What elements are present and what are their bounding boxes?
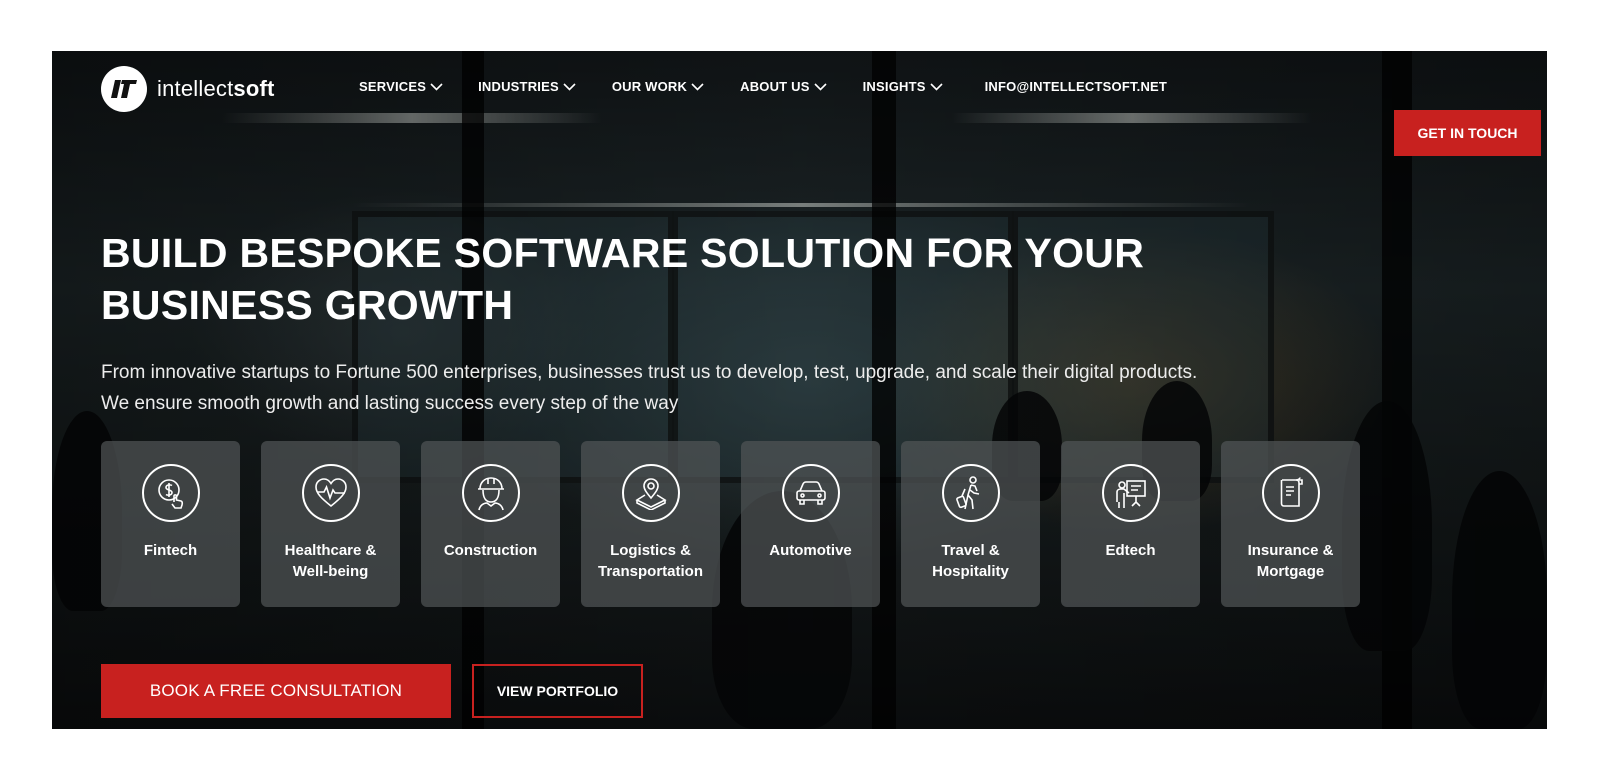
chevron-down-icon [430,82,443,91]
chevron-down-icon [563,82,576,91]
hero-section: intellectsoft SERVICES INDUSTRIES OUR WO… [52,51,1547,729]
chevron-down-icon [814,82,827,91]
nav-email-link[interactable]: INFO@INTELLECTSOFT.NET [985,79,1167,94]
intellectsoft-logo[interactable]: intellectsoft [101,66,275,112]
nav-services[interactable]: SERVICES [359,79,443,94]
get-in-touch-button[interactable]: GET IN TOUCH [1394,110,1541,156]
industry-tile-construction[interactable]: Construction [421,441,560,607]
nav-insights[interactable]: INSIGHTS [863,79,943,94]
hero-subtitle: From innovative startups to Fortune 500 … [101,362,1198,414]
document-icon [1261,464,1320,522]
industry-tile-travel[interactable]: Travel & Hospitality [901,441,1040,607]
chevron-down-icon [691,82,704,91]
industry-label: Insurance & Mortgage [1247,542,1334,580]
industry-label: Healthcare & Well-being [284,542,377,580]
heart-pulse-icon [301,464,360,522]
logo-mark-icon [101,66,147,112]
hero-title: BUILD BESPOKE SOFTWARE SOLUTION FOR YOUR… [101,230,1145,328]
industry-label: Construction [443,542,538,559]
industry-label: Edtech [1105,542,1156,559]
nav-industries[interactable]: INDUSTRIES [478,79,576,94]
logo-wordmark: intellectsoft [157,76,275,101]
map-pin-icon [621,464,680,522]
industry-tile-edtech[interactable]: Edtech [1061,441,1200,607]
presenter-board-icon [1101,464,1160,522]
car-icon [781,464,840,522]
industry-tiles: Fintech Healthcare & Well-being Construc… [101,441,1360,607]
nav-about-us[interactable]: ABOUT US [740,79,827,94]
industry-tile-automotive[interactable]: Automotive [741,441,880,607]
industry-label: Fintech [143,542,198,559]
industry-label: Logistics & Transportation [597,542,703,580]
industry-tile-healthcare[interactable]: Healthcare & Well-being [261,441,400,607]
industry-tile-fintech[interactable]: Fintech [101,441,240,607]
hard-hat-worker-icon [461,464,520,522]
industry-label: Automotive [769,542,852,559]
traveler-icon [941,464,1000,522]
fintech-icon [141,464,200,522]
book-consultation-button[interactable]: BOOK A FREE CONSULTATION [101,664,451,718]
industry-tile-logistics[interactable]: Logistics & Transportation [581,441,720,607]
industry-label: Travel & Hospitality [932,542,1009,580]
industry-tile-insurance[interactable]: Insurance & Mortgage [1221,441,1360,607]
view-portfolio-button[interactable]: VIEW PORTFOLIO [472,664,643,718]
main-nav: SERVICES INDUSTRIES OUR WORK ABOUT US IN… [359,79,1167,94]
nav-our-work[interactable]: OUR WORK [612,79,704,94]
chevron-down-icon [930,82,943,91]
